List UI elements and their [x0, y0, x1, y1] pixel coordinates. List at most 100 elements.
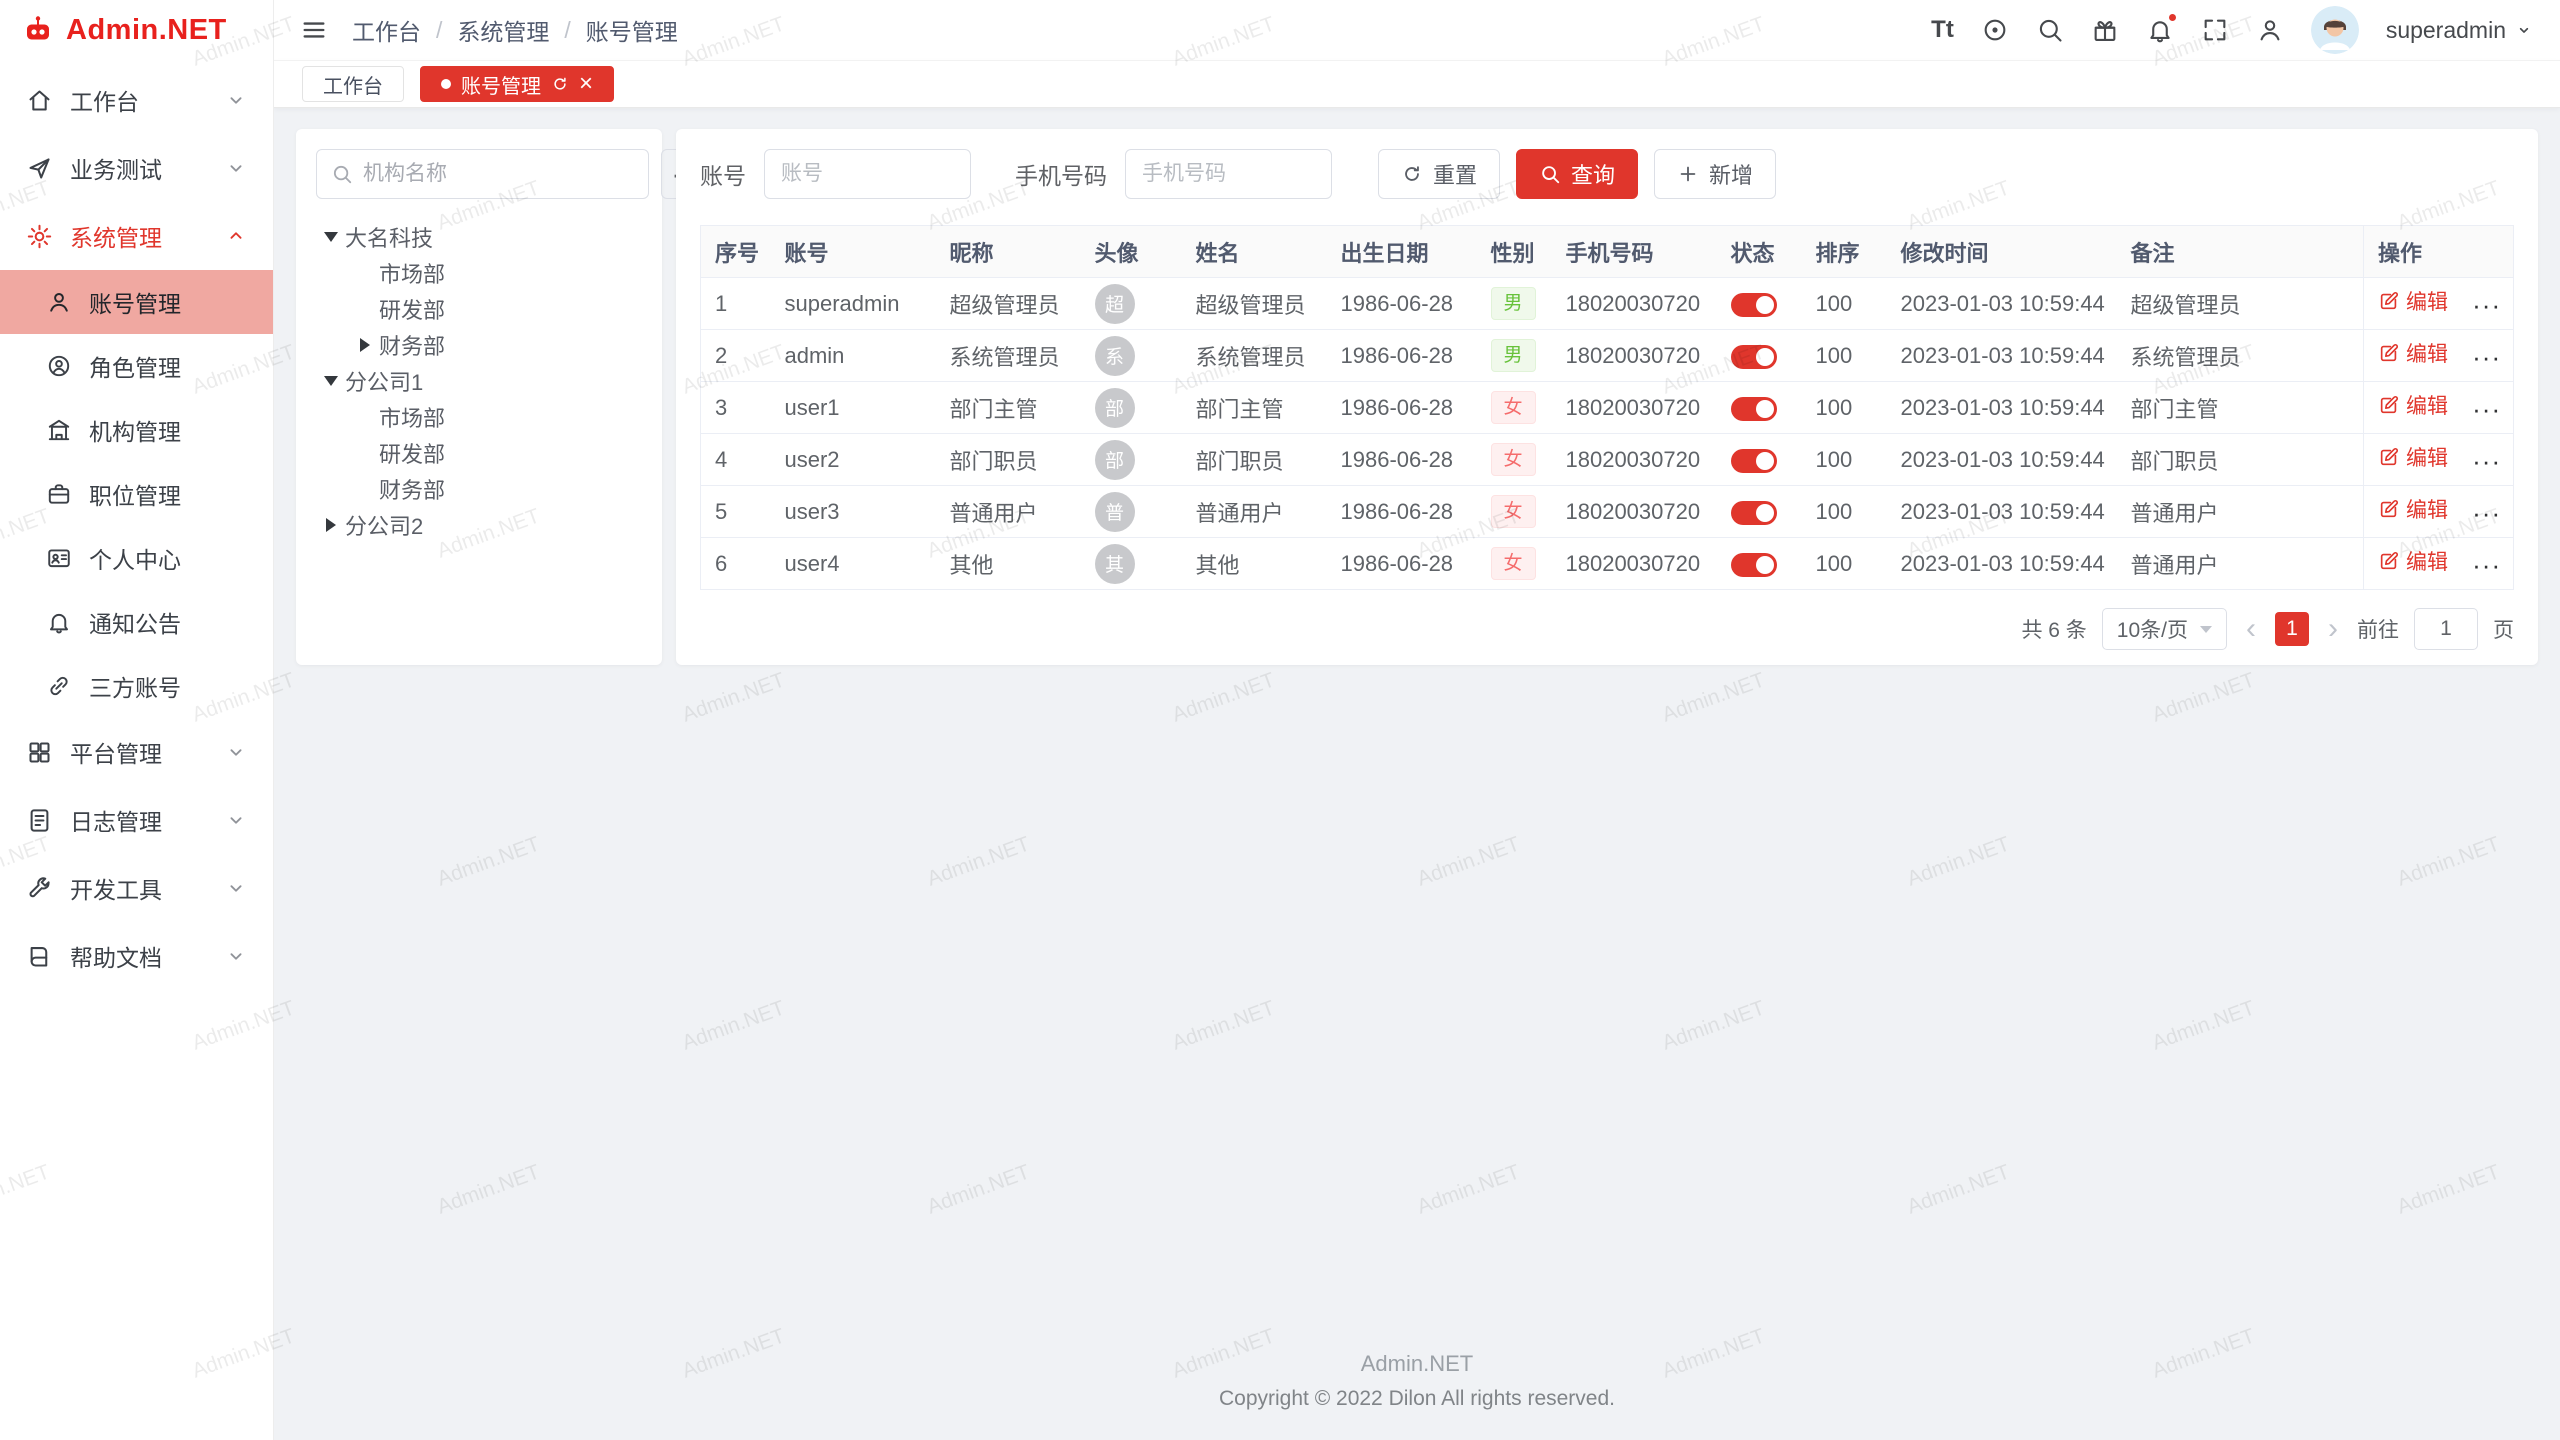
tree-node[interactable]: 财务部 — [316, 327, 642, 363]
edit-button[interactable]: 编辑 — [2378, 494, 2448, 524]
hamburger-menu-icon[interactable] — [300, 16, 328, 44]
tab-account-manage[interactable]: 账号管理 × — [420, 66, 614, 102]
footer-title: Admin.NET — [296, 1351, 2538, 1377]
tree-node[interactable]: 分公司2 — [316, 507, 642, 543]
cell-phone: 18020030720 — [1552, 278, 1717, 330]
add-button[interactable]: 新增 — [1654, 149, 1776, 199]
sidebar-item-help-docs[interactable]: 帮助文档 — [0, 922, 273, 990]
sidebar-item-business-test[interactable]: 业务测试 — [0, 134, 273, 202]
chevron-down-icon — [225, 157, 247, 179]
target-circle-icon[interactable] — [1981, 16, 2009, 44]
sidebar-item-label: 机构管理 — [89, 413, 181, 447]
accounts-card: 账号 手机号码 重置 查询 — [676, 129, 2538, 665]
bell-icon[interactable] — [2146, 16, 2174, 44]
reset-button[interactable]: 重置 — [1378, 149, 1500, 199]
cell-account: superadmin — [771, 278, 936, 330]
row-more-button[interactable]: ··· — [2472, 446, 2501, 476]
next-page-button[interactable]: › — [2324, 614, 2342, 644]
sidebar-item-label: 三方账号 — [89, 669, 181, 703]
status-toggle[interactable] — [1731, 501, 1777, 525]
sidebar-item-third-party-account[interactable]: 三方账号 — [0, 654, 273, 718]
id-card-icon — [46, 545, 72, 571]
edit-button[interactable]: 编辑 — [2378, 286, 2448, 316]
cell-name: 超级管理员 — [1182, 278, 1327, 330]
goto-page-input[interactable] — [2414, 608, 2478, 650]
status-toggle[interactable] — [1731, 293, 1777, 317]
tree-node[interactable]: 财务部 — [316, 471, 642, 507]
cell-account: user1 — [771, 382, 936, 434]
page-size-select[interactable]: 10条/页 — [2102, 608, 2227, 650]
chevron-down-icon — [225, 809, 247, 831]
sidebar-item-role-manage[interactable]: 角色管理 — [0, 334, 273, 398]
row-more-button[interactable]: ··· — [2472, 498, 2501, 528]
search-icon[interactable] — [2036, 16, 2064, 44]
row-more-button[interactable]: ··· — [2472, 290, 2501, 320]
chevron-down-icon — [225, 741, 247, 763]
row-more-button[interactable]: ··· — [2472, 394, 2501, 424]
sidebar-item-personal-center[interactable]: 个人中心 — [0, 526, 273, 590]
cards: ··· 大名科技 市场部 研发部 — [296, 129, 2538, 665]
sidebar-item-org-manage[interactable]: 机构管理 — [0, 398, 273, 462]
caret-expanded-icon[interactable] — [324, 376, 338, 386]
tree-node-label: 分公司2 — [345, 509, 423, 541]
tree-node[interactable]: 研发部 — [316, 291, 642, 327]
gift-icon[interactable] — [2091, 16, 2119, 44]
user-menu[interactable]: superadmin — [2386, 17, 2534, 44]
tab-workbench[interactable]: 工作台 — [302, 66, 404, 102]
caret-collapsed-icon[interactable] — [360, 338, 370, 352]
org-name-search-input[interactable] — [363, 162, 634, 186]
row-more-button[interactable]: ··· — [2472, 550, 2501, 580]
account-input[interactable] — [764, 149, 971, 199]
close-icon[interactable]: × — [579, 72, 593, 96]
tree-node[interactable]: 研发部 — [316, 435, 642, 471]
phone-input[interactable] — [1125, 149, 1332, 199]
sidebar-item-notice[interactable]: 通知公告 — [0, 590, 273, 654]
avatar[interactable] — [2311, 6, 2359, 54]
sidebar-item-system-manage[interactable]: 系统管理 — [0, 202, 273, 270]
edit-button[interactable]: 编辑 — [2378, 338, 2448, 368]
breadcrumb-item[interactable]: 工作台 — [352, 13, 421, 47]
tree-node[interactable]: 市场部 — [316, 399, 642, 435]
refresh-icon[interactable] — [551, 75, 569, 93]
sidebar-item-label: 帮助文档 — [70, 939, 162, 973]
tree-node[interactable]: 分公司1 — [316, 363, 642, 399]
font-size-icon[interactable]: Tt — [1931, 16, 1954, 44]
sidebar-item-dev-tools[interactable]: 开发工具 — [0, 854, 273, 922]
cell-name: 系统管理员 — [1182, 330, 1327, 382]
sidebar-item-platform-manage[interactable]: 平台管理 — [0, 718, 273, 786]
col-header: 头像 — [1081, 226, 1182, 278]
cell-gender: 男 — [1477, 330, 1552, 382]
edit-button[interactable]: 编辑 — [2378, 442, 2448, 472]
user-outline-icon[interactable] — [2256, 16, 2284, 44]
col-header: 性别 — [1477, 226, 1552, 278]
edit-button[interactable]: 编辑 — [2378, 546, 2448, 576]
tree-node[interactable]: 市场部 — [316, 255, 642, 291]
sidebar-item-position-manage[interactable]: 职位管理 — [0, 462, 273, 526]
breadcrumb-item[interactable]: 系统管理 — [457, 13, 549, 47]
tree-node[interactable]: 大名科技 — [316, 219, 642, 255]
sidebar-item-log-manage[interactable]: 日志管理 — [0, 786, 273, 854]
fullscreen-icon[interactable] — [2201, 16, 2229, 44]
status-toggle[interactable] — [1731, 553, 1777, 577]
status-toggle[interactable] — [1731, 397, 1777, 421]
tree-node-label: 大名科技 — [345, 221, 433, 253]
cell-gender: 女 — [1477, 434, 1552, 486]
tab-label: 工作台 — [323, 70, 383, 99]
caret-collapsed-icon[interactable] — [326, 518, 336, 532]
current-page-button[interactable]: 1 — [2275, 612, 2309, 646]
status-toggle[interactable] — [1731, 345, 1777, 369]
prev-page-button[interactable]: ‹ — [2242, 614, 2260, 644]
cell-phone: 18020030720 — [1552, 434, 1717, 486]
sidebar-item-account-manage[interactable]: 账号管理 — [0, 270, 273, 334]
search-button[interactable]: 查询 — [1516, 149, 1638, 199]
edit-button[interactable]: 编辑 — [2378, 390, 2448, 420]
status-toggle[interactable] — [1731, 449, 1777, 473]
row-more-button[interactable]: ··· — [2472, 342, 2501, 372]
edit-label: 编辑 — [2406, 442, 2448, 472]
chevron-down-icon — [225, 89, 247, 111]
chevron-down-icon — [2514, 20, 2534, 40]
sidebar-item-label: 业务测试 — [70, 151, 162, 185]
chevron-down-icon — [225, 877, 247, 899]
caret-expanded-icon[interactable] — [324, 232, 338, 242]
sidebar-item-workbench[interactable]: 工作台 — [0, 66, 273, 134]
